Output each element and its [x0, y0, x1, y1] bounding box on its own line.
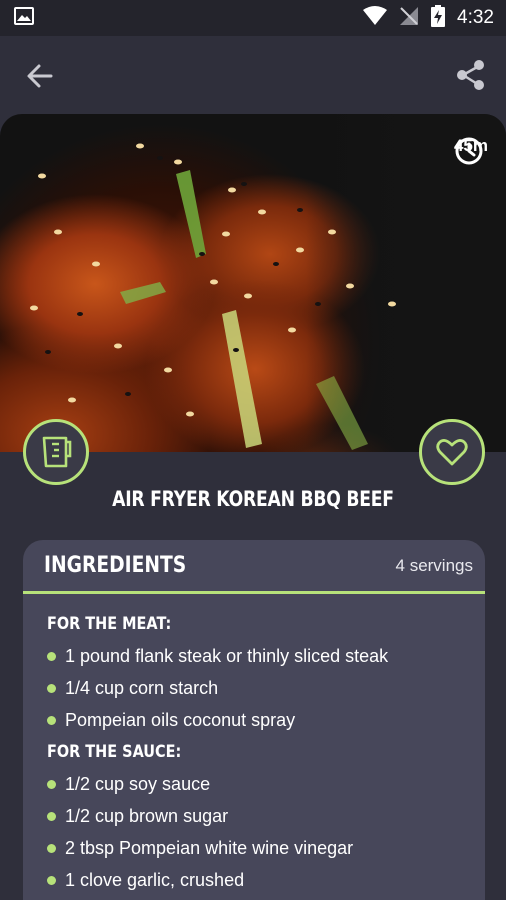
recipe-photo: 45m	[0, 114, 506, 452]
bullet-icon	[47, 843, 56, 853]
image-icon	[14, 6, 34, 30]
clock-icon	[455, 137, 483, 165]
bullet-icon	[47, 875, 56, 885]
ingredient-item[interactable]: Pompeian oils coconut spray	[47, 704, 485, 736]
ingredient-item[interactable]: 2 tbsp Pompeian white wine vinegar	[47, 832, 485, 864]
ingredients-body: FOR THE MEAT: 1 pound flank steak or thi…	[23, 594, 485, 896]
favorite-button[interactable]	[419, 419, 485, 485]
bullet-icon	[47, 683, 56, 693]
section-heading-meat: FOR THE MEAT:	[47, 614, 172, 634]
no-signal-icon	[399, 6, 419, 31]
status-time: 4:32	[457, 7, 494, 28]
measurement-button[interactable]	[23, 419, 89, 485]
back-button[interactable]	[24, 60, 56, 92]
wifi-icon	[363, 5, 388, 31]
cook-time-badge: 45m	[454, 136, 488, 165]
food-illustration	[30, 143, 396, 450]
ingredients-heading: INGREDIENTS	[44, 553, 187, 578]
ingredient-text: 1/4 cup corn starch	[65, 677, 219, 698]
ingredients-card: INGREDIENTS 4 servings FOR THE MEAT: 1 p…	[23, 540, 485, 900]
meat-ingredient-list: 1 pound flank steak or thinly sliced ste…	[47, 640, 485, 736]
ingredient-item[interactable]: 1/2 cup soy sauce	[47, 768, 485, 800]
ingredient-item[interactable]: 1/2 cup brown sugar	[47, 800, 485, 832]
ingredient-text: 1 clove garlic, crushed	[65, 869, 245, 890]
app-bar	[0, 36, 506, 114]
bullet-icon	[47, 779, 56, 789]
ingredient-text: 2 tbsp Pompeian white wine vinegar	[65, 837, 354, 858]
status-bar: 4:32	[0, 0, 506, 36]
battery-charging-icon	[431, 4, 446, 32]
arrow-left-icon	[27, 64, 53, 88]
status-icons: 4:32	[363, 4, 494, 32]
ingredient-item[interactable]: 1/4 cup corn starch	[47, 672, 485, 704]
ingredient-text: Pompeian oils coconut spray	[65, 709, 296, 730]
ingredient-item[interactable]: 1 pound flank steak or thinly sliced ste…	[47, 640, 485, 672]
share-button[interactable]	[454, 58, 488, 92]
section-heading-sauce: FOR THE SAUCE:	[47, 742, 182, 762]
bullet-icon	[47, 811, 56, 821]
servings-count[interactable]: 4 servings	[396, 556, 473, 576]
heart-outline-icon	[436, 439, 468, 466]
ingredient-text: 1/2 cup brown sugar	[65, 805, 229, 826]
measuring-cup-icon	[42, 436, 72, 468]
bullet-icon	[47, 715, 56, 725]
share-icon	[457, 60, 484, 90]
ingredient-text: 1/2 cup soy sauce	[65, 773, 211, 794]
sauce-ingredient-list: 1/2 cup soy sauce 1/2 cup brown sugar 2 …	[47, 768, 485, 896]
bullet-icon	[47, 651, 56, 661]
ingredients-header: INGREDIENTS 4 servings	[23, 540, 485, 594]
ingredient-text: 1 pound flank steak or thinly sliced ste…	[65, 645, 389, 666]
recipe-title: AIR FRYER KOREAN BBQ BEEF	[112, 487, 394, 511]
ingredient-item[interactable]: 1 clove garlic, crushed	[47, 864, 485, 896]
